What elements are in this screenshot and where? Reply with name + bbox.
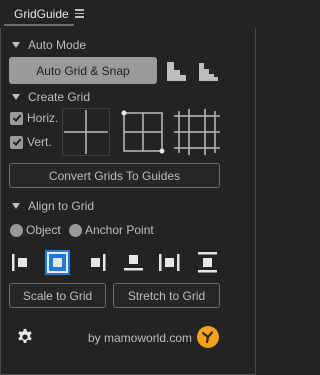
- align-center-button[interactable]: [45, 250, 70, 275]
- full-grid-icon[interactable]: [173, 108, 221, 156]
- anchor-point-radio[interactable]: [69, 223, 82, 237]
- checkmark-icon: [12, 114, 21, 123]
- align-bottom-icon[interactable]: [121, 250, 146, 275]
- stairs-small-icon[interactable]: [198, 60, 220, 82]
- vert-label: Vert.: [27, 135, 52, 149]
- auto-mode-section-header[interactable]: Auto Mode: [12, 38, 86, 52]
- object-radio[interactable]: [10, 223, 23, 237]
- panel-menu-icon[interactable]: [75, 9, 84, 18]
- vert-checkbox[interactable]: [10, 135, 23, 149]
- auto-grid-snap-label: Auto Grid & Snap: [36, 63, 130, 78]
- align-grid-section-header[interactable]: Align to Grid: [12, 199, 94, 213]
- cross-grid-preview-icon: [62, 108, 110, 156]
- stretch-vertical-icon[interactable]: [195, 250, 220, 275]
- panel-title: GridGuide: [14, 7, 69, 21]
- create-grid-label: Create Grid: [28, 90, 91, 104]
- object-radio-row[interactable]: Object: [10, 223, 61, 237]
- stretch-horizontal-icon[interactable]: [157, 250, 182, 275]
- convert-grids-label: Convert Grids To Guides: [48, 168, 181, 183]
- horiz-checkbox-row[interactable]: Horiz.: [10, 111, 58, 125]
- credit-text: by mamoworld.com: [88, 331, 193, 345]
- panel-header: GridGuide: [0, 0, 256, 28]
- checkmark-icon: [12, 138, 21, 147]
- anchor-radio-row[interactable]: Anchor Point: [69, 223, 154, 237]
- gear-icon[interactable]: [16, 327, 34, 345]
- bounded-grid-icon[interactable]: [119, 108, 167, 156]
- scale-to-grid-button[interactable]: Scale to Grid: [9, 283, 106, 308]
- scale-to-grid-label: Scale to Grid: [22, 288, 93, 303]
- stairs-large-icon[interactable]: [166, 60, 188, 82]
- align-center-icon: [47, 252, 68, 273]
- collapse-triangle-icon: [12, 42, 20, 48]
- mamoworld-logo[interactable]: [197, 326, 219, 348]
- align-right-icon[interactable]: [85, 250, 110, 275]
- object-label: Object: [26, 223, 61, 237]
- mamoworld-logo-mark: [201, 331, 214, 344]
- vert-checkbox-row[interactable]: Vert.: [10, 135, 52, 149]
- collapse-triangle-icon: [12, 94, 20, 100]
- auto-mode-label: Auto Mode: [28, 38, 87, 52]
- horiz-checkbox[interactable]: [10, 111, 23, 125]
- anchor-point-label: Anchor Point: [85, 223, 154, 237]
- auto-grid-snap-button[interactable]: Auto Grid & Snap: [9, 57, 157, 84]
- stretch-to-grid-button[interactable]: Stretch to Grid: [113, 283, 220, 308]
- create-grid-section-header[interactable]: Create Grid: [12, 90, 90, 104]
- horiz-label: Horiz.: [27, 111, 59, 125]
- collapse-triangle-icon: [12, 203, 20, 209]
- stretch-to-grid-label: Stretch to Grid: [127, 288, 206, 303]
- align-left-icon[interactable]: [10, 250, 35, 275]
- convert-grids-button[interactable]: Convert Grids To Guides: [9, 163, 220, 188]
- align-grid-label: Align to Grid: [28, 199, 95, 213]
- panel-tab-underline: [4, 24, 74, 26]
